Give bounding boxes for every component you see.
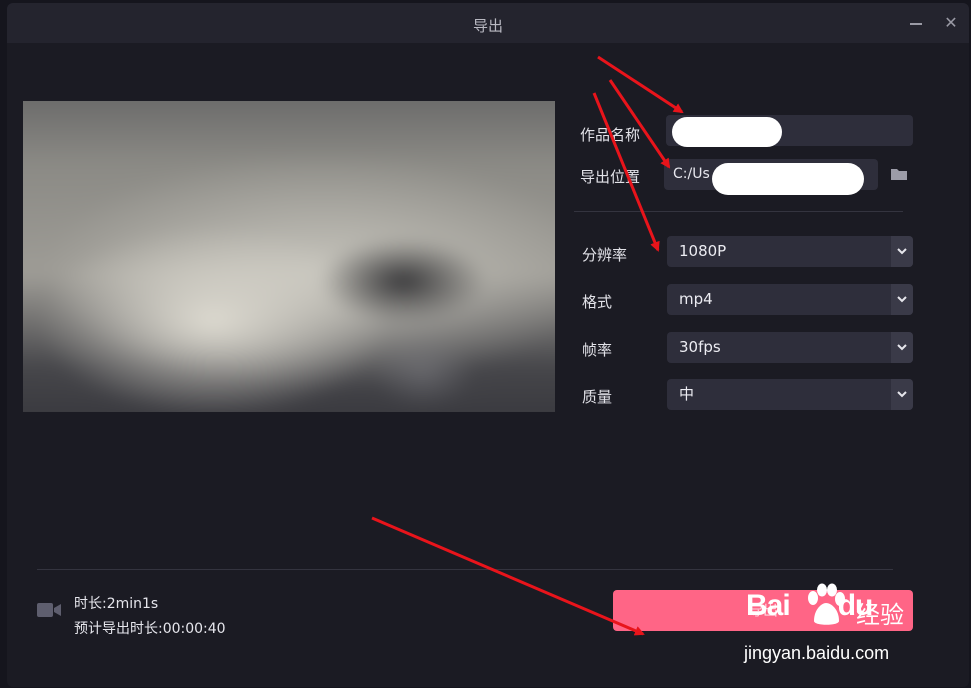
- chevron-down-icon: [891, 236, 913, 267]
- divider: [574, 211, 903, 212]
- name-label: 作品名称: [580, 126, 641, 144]
- dialog-title: 导出: [472, 17, 503, 35]
- chevron-down-icon: [891, 332, 913, 363]
- chevron-down-icon: [891, 379, 913, 410]
- close-icon[interactable]: ✕: [941, 13, 961, 33]
- video-camera-icon: [37, 603, 61, 617]
- redaction-mark: [672, 117, 782, 147]
- quality-select[interactable]: 中: [667, 379, 913, 410]
- resolution-value: 1080P: [679, 242, 727, 260]
- redaction-mark: [712, 163, 864, 195]
- framerate-value: 30fps: [679, 338, 721, 356]
- quality-label: 质量: [582, 388, 613, 406]
- chevron-down-icon: [891, 284, 913, 315]
- folder-icon[interactable]: [890, 166, 908, 182]
- format-value: mp4: [679, 290, 713, 308]
- video-preview: [23, 101, 555, 412]
- estimate-text: 预计导出时长:00:00:40: [74, 621, 226, 637]
- location-label: 导出位置: [580, 168, 641, 186]
- format-select[interactable]: mp4: [667, 284, 913, 315]
- resolution-label: 分辨率: [582, 246, 628, 264]
- duration-text: 时长:2min1s: [74, 596, 159, 612]
- format-label: 格式: [582, 293, 613, 311]
- title-bar: 导出 ✕: [7, 3, 969, 43]
- minimize-icon[interactable]: [906, 13, 926, 33]
- quality-value: 中: [679, 385, 695, 403]
- blurred-preview-image: [23, 101, 555, 412]
- resolution-select[interactable]: 1080P: [667, 236, 913, 267]
- framerate-label: 帧率: [582, 341, 613, 359]
- divider: [37, 569, 893, 570]
- export-button[interactable]: 导出: [613, 590, 913, 631]
- framerate-select[interactable]: 30fps: [667, 332, 913, 363]
